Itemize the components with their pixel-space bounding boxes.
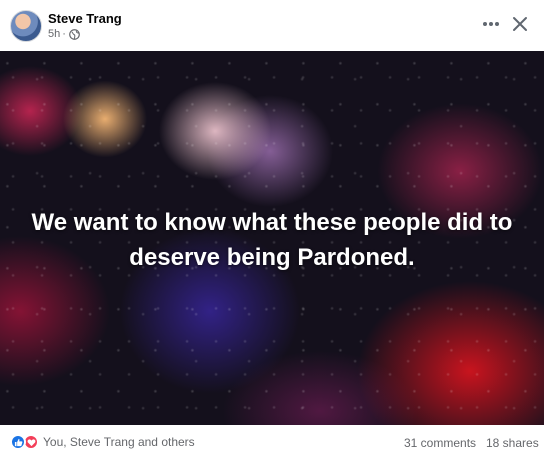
- reactors-text: You, Steve Trang and others: [43, 435, 195, 449]
- post-header: Steve Trang 5h ·: [0, 0, 544, 52]
- more-options-icon[interactable]: [478, 12, 504, 36]
- globe-icon[interactable]: [69, 28, 80, 40]
- post-image[interactable]: We want to know what these people did to…: [0, 51, 544, 425]
- reactions-summary[interactable]: You, Steve Trang and others: [10, 434, 195, 450]
- meta-separator: ·: [62, 28, 66, 40]
- shares-count-link[interactable]: 18 shares: [486, 436, 539, 450]
- image-caption: We want to know what these people did to…: [31, 209, 513, 271]
- post-card: Steve Trang 5h · We want to know what th…: [0, 0, 544, 460]
- post-timestamp[interactable]: 5h: [48, 28, 60, 40]
- post-meta: 5h ·: [48, 28, 80, 40]
- comments-count-link[interactable]: 31 comments: [404, 436, 476, 450]
- author-avatar[interactable]: [10, 10, 42, 42]
- author-name[interactable]: Steve Trang: [48, 11, 122, 26]
- like-icon: [10, 434, 26, 450]
- close-icon[interactable]: [508, 12, 532, 36]
- post-footer: You, Steve Trang and others 31 comments …: [0, 425, 544, 460]
